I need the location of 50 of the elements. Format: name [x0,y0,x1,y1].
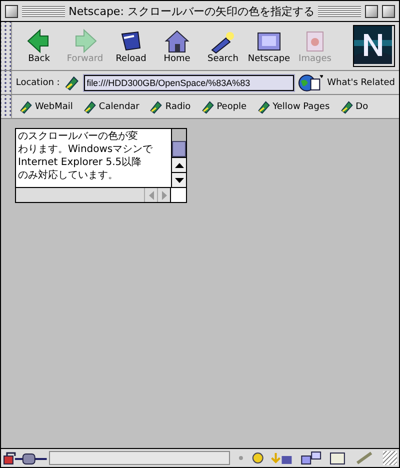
text-line: わります。Windowsマシンで [18,143,154,156]
scrollbar-corner [170,188,186,202]
title-stripes [22,6,65,16]
vertical-scrollbar[interactable] [171,129,186,187]
scroll-thumb[interactable] [172,141,186,157]
collapse-box[interactable] [382,4,395,18]
toolbar-button[interactable]: Back [16,28,62,64]
horizontal-scrollbar[interactable] [16,187,186,202]
security-connection-icon [3,451,47,465]
resize-handle[interactable] [383,451,397,465]
bookmark-icon[interactable] [64,74,80,90]
toolbar-grip[interactable] [1,71,12,94]
bookmark-button[interactable]: Do [336,100,372,114]
scroll-up-button[interactable] [172,157,186,172]
title-stripes [318,6,361,16]
bookmark-icon [256,100,271,114]
url-field[interactable]: file:///HDD300GB/OpenSpace/%83A%83 [84,74,294,90]
location-label: Location : [16,78,60,88]
close-box[interactable] [5,4,18,18]
text-area[interactable]: のスクロールバーの色が変 わります。Windowsマシンで Internet Explorer 5.5以降 のみ対応しています。 [15,128,187,203]
bookmark-icon [200,100,215,114]
down-arrow-icon [174,178,184,182]
left-arrow-icon [148,190,154,200]
scroll-down-button[interactable] [172,172,186,187]
window-title: Netscape: スクロールバーの矢印の色を指定する [68,4,314,18]
globe-icon[interactable] [298,74,324,92]
toolbar-grip[interactable] [1,95,12,118]
right-arrow-icon [162,190,166,200]
bookmark-button[interactable]: Calendar [80,100,142,114]
toolbar-button[interactable]: Home [154,28,200,64]
house-icon [162,28,192,54]
bookmark-button[interactable]: WebMail [16,100,76,114]
toolbar-button[interactable]: Netscape [246,28,292,64]
toolbar-grip[interactable] [1,22,12,70]
bookmark-button[interactable]: People [198,100,250,114]
text-line: Internet Explorer 5.5以降 [18,156,143,169]
bookmark-button[interactable]: Yellow Pages [254,100,333,114]
zoom-box[interactable] [365,4,378,18]
bookmark-icon [82,100,97,114]
text-line: のみ対応しています。 [18,169,119,182]
netscape-logo [353,25,395,67]
bookmark-icon [19,100,33,114]
bookmark-icon [149,100,164,114]
toolbar-button[interactable]: Search [200,28,246,64]
toolbar-button[interactable]: Reload [108,28,154,64]
text-line: のスクロールバーの色が変 [18,130,139,143]
bookmark-button[interactable]: Radio [146,100,194,114]
whats-related-label[interactable]: What's Related [327,78,395,88]
bookmark-icon [340,100,354,114]
up-arrow-icon [174,162,184,168]
